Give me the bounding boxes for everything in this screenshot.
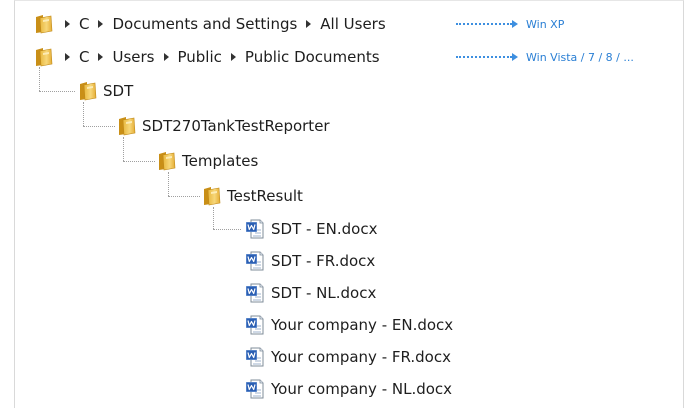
tree-connector [123,161,155,162]
tree-file[interactable]: SDT - FR.docx [245,250,375,272]
chevron-right-icon [306,20,312,28]
folder-icon [203,186,221,206]
word-document-icon [245,346,265,368]
tree-connector [83,102,84,126]
arrow-right-icon [512,20,518,28]
word-document-icon [245,218,265,240]
tree-file[interactable]: SDT - NL.docx [245,282,376,304]
folder-icon [79,81,97,101]
dotted-line-icon [456,23,512,25]
word-document-icon [245,282,265,304]
breadcrumb-segment: Public Documents [244,48,380,66]
breadcrumb-segment: All Users [320,15,386,33]
chevron-right-icon [98,53,104,61]
file-label: Your company - EN.docx [271,316,454,334]
arrow-right-icon [512,53,518,61]
file-label: SDT - NL.docx [271,284,377,302]
tree-connector [39,91,75,92]
folder-icon [118,116,136,136]
dotted-line-icon [456,56,512,58]
chevron-right-icon [65,20,70,28]
breadcrumb-xp: C Documents and Settings All Users [53,14,386,34]
breadcrumb-segment: C [79,15,90,33]
chevron-right-icon [65,53,70,61]
folder-icon [35,14,53,34]
os-label-vista: Win Vista / 7 / 8 / ... [526,50,634,64]
file-label: Your company - NL.docx [271,380,453,398]
folder-icon [35,47,53,67]
breadcrumb-vista: C Users Public Public Documents [53,47,380,67]
tree-folder-testresult[interactable]: TestResult [203,185,303,207]
tree-connector [168,196,200,197]
chevron-right-icon [163,53,169,61]
tree-connector [123,137,124,161]
file-label: SDT - EN.docx [271,220,378,238]
tree-connector [39,67,40,91]
folder-label: SDT [103,82,134,100]
tree-file[interactable]: Your company - EN.docx [245,314,453,336]
tree-file[interactable]: Your company - FR.docx [245,346,451,368]
os-pointer-xp: Win XP [456,13,564,35]
path-row-xp[interactable]: C Documents and Settings All Users [35,13,386,35]
chevron-right-icon [98,20,104,28]
file-label: Your company - FR.docx [271,348,451,366]
explorer-pane: C Documents and Settings All Users Win X… [14,0,684,408]
breadcrumb-segment: Users [112,48,155,66]
tree-connector [213,229,241,230]
os-pointer-vista: Win Vista / 7 / 8 / ... [456,46,634,68]
tree-folder-sdt[interactable]: SDT [79,80,133,102]
breadcrumb-segment: Documents and Settings [112,15,298,33]
tree-connector [213,207,214,229]
folder-label: SDT270TankTestReporter [142,117,330,135]
tree-file[interactable]: SDT - EN.docx [245,218,377,240]
breadcrumb-segment: C [79,48,90,66]
tree-connector [168,172,169,196]
word-document-icon [245,378,265,400]
tree-folder-templates[interactable]: Templates [158,150,258,172]
folder-label: TestResult [227,187,303,205]
path-row-vista[interactable]: C Users Public Public Documents [35,46,380,68]
file-label: SDT - FR.docx [271,252,376,270]
tree-connector [83,126,115,127]
word-document-icon [245,250,265,272]
folder-label: Templates [182,152,259,170]
tree-folder-reporter[interactable]: SDT270TankTestReporter [118,115,330,137]
breadcrumb-segment: Public [177,48,222,66]
os-label-xp: Win XP [526,17,565,31]
chevron-right-icon [230,53,236,61]
folder-icon [158,151,176,171]
word-document-icon [245,314,265,336]
tree-file[interactable]: Your company - NL.docx [245,378,452,400]
